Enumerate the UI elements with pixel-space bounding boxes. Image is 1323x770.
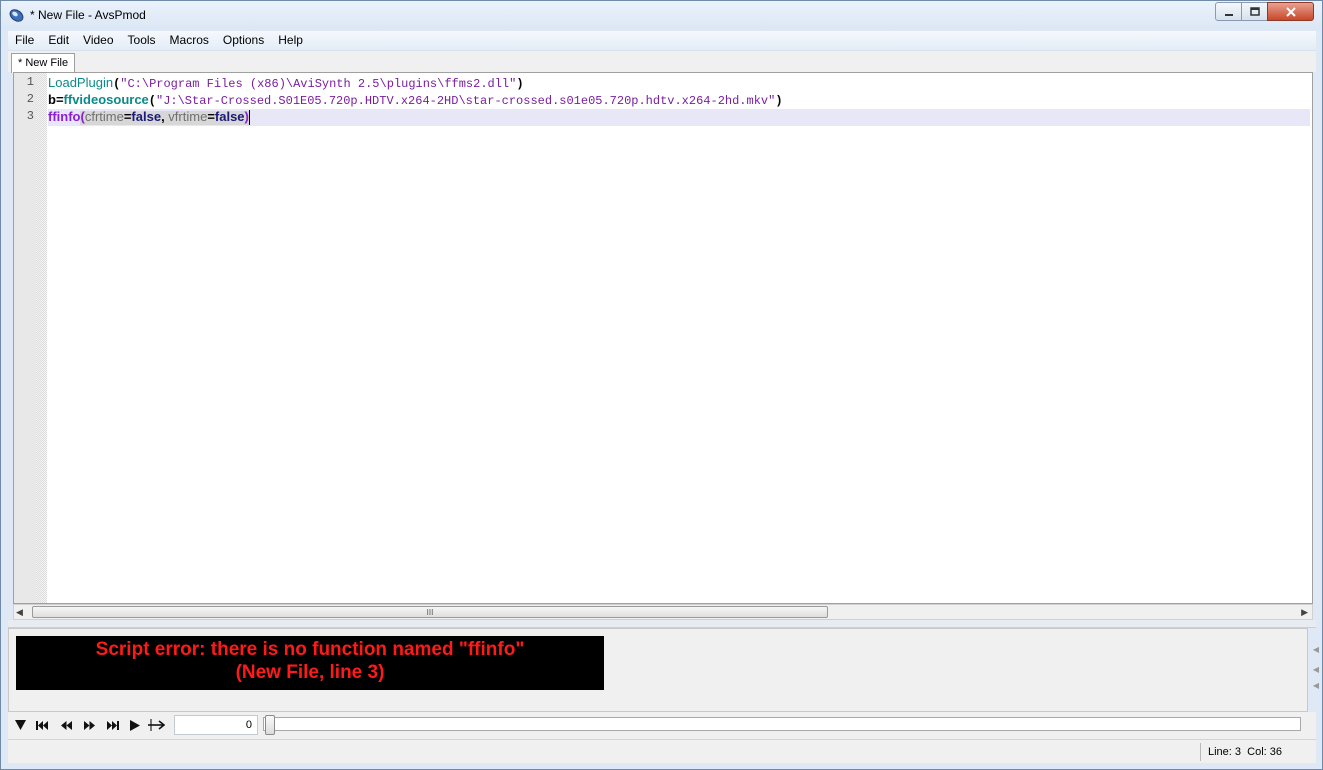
string-literal: "J:\Star-Crossed.S01E05.720p.HDTV.x264-2… [156,94,776,108]
code-line-1[interactable]: LoadPlugin("C:\Program Files (x86)\AviSy… [48,74,524,91]
scrollbar-thumb[interactable]: III [32,606,828,618]
app-window: * New File - AvsPmod File Edit Video Too… [0,0,1323,770]
function-name: LoadPlugin [48,75,114,90]
editor-preview-splitter[interactable] [8,620,1316,628]
menu-options[interactable]: Options [216,31,271,50]
frame-number-input[interactable]: 0 [174,715,258,735]
text-cursor [248,110,250,126]
video-preview-panel: Script error: there is no function named… [8,628,1319,712]
paren-close: ) [775,94,783,108]
maximize-icon [1249,6,1260,16]
menu-tools[interactable]: Tools [121,31,163,50]
arrow-right-bar-icon [148,719,166,731]
code-line-3[interactable]: ffinfo(cfrtime=false, vfrtime=false) [48,108,250,126]
toggle-preview-button[interactable] [11,717,29,733]
scrollbar-grip: III [426,607,434,617]
playback-toolbar: 0 [8,712,1316,739]
minimize-button[interactable] [1215,2,1242,21]
tab-strip: * New File [8,50,1316,73]
minimize-icon [1224,13,1233,16]
code-line-2[interactable]: b=ffvideosource("J:\Star-Crossed.S01E05.… [48,91,783,108]
close-button[interactable] [1267,2,1314,21]
skip-to-end-icon [107,720,119,730]
line-number: 2 [26,92,34,106]
video-slider-thumb[interactable] [265,715,275,735]
equals-sign: = [207,109,215,124]
menu-edit[interactable]: Edit [41,31,76,50]
line-number: 3 [26,109,34,123]
goto-frame-button[interactable] [148,717,166,733]
function-name: ffvideosource [63,92,149,107]
line-number: 1 [26,75,34,89]
avspmod-app-icon [9,9,24,22]
scroll-right-arrow-icon[interactable]: ▶ [1301,607,1308,618]
skip-to-start-icon [36,720,48,730]
title-bar[interactable]: * New File - AvsPmod [1,1,1322,30]
next-frame-button[interactable] [80,717,98,733]
string-literal: "C:\Program Files (x86)\AviSynth 2.5\plu… [120,77,517,91]
error-line-1: Script error: there is no function named… [95,639,525,660]
scroll-left-arrow-icon[interactable]: ◀ [16,607,23,618]
argument-name: vfrtime [164,109,208,124]
equals-sign: = [55,92,64,107]
script-error-message: Script error: there is no function named… [16,636,604,690]
menu-bar: File Edit Video Tools Macros Options Hel… [8,31,1316,50]
argument-list: (cfrtime=false, vfrtime=false) [80,109,249,125]
tab-new-file[interactable]: * New File [11,53,76,73]
unknown-function-name: ffinfo [48,109,81,124]
side-arrow-icon[interactable]: ◀ [1313,645,1319,654]
paren-close: ) [516,77,524,91]
script-editor[interactable]: 1 2 3 LoadPlugin("C:\Program Files (x86)… [13,72,1313,604]
boolean-value: false [131,109,162,124]
status-bar: Line: 3 Col: 36 [8,739,1316,763]
first-frame-button[interactable] [33,717,51,733]
triangle-down-icon [14,720,26,730]
line-number-gutter: 1 2 3 [14,73,36,603]
play-icon [130,719,140,731]
rewind-icon [60,720,72,730]
maximize-button[interactable] [1241,2,1268,21]
play-button[interactable] [126,717,144,733]
menu-video[interactable]: Video [76,31,120,50]
last-frame-button[interactable] [104,717,122,733]
previous-frame-button[interactable] [57,717,75,733]
side-arrow-icon[interactable]: ◀ [1313,681,1319,690]
argument-name: cfrtime [84,109,124,124]
status-divider [1200,743,1201,761]
error-line-2: (New File, line 3) [235,662,385,683]
boolean-value: false [214,109,245,124]
video-slider-track[interactable] [263,717,1301,731]
window-title: * New File - AvsPmod [30,8,146,22]
cursor-position-status: Line: 3 Col: 36 [1208,746,1282,758]
side-arrow-icon[interactable]: ◀ [1313,665,1319,674]
horizontal-scrollbar[interactable]: ◀ III ▶ [13,604,1313,620]
close-icon [1285,6,1296,17]
fast-forward-icon [83,720,95,730]
menu-help[interactable]: Help [271,31,310,50]
variable-name: b [48,92,56,107]
fold-margin[interactable] [36,73,47,603]
menu-file[interactable]: File [8,31,41,50]
menu-macros[interactable]: Macros [163,31,216,50]
paren-open: ( [148,94,156,108]
